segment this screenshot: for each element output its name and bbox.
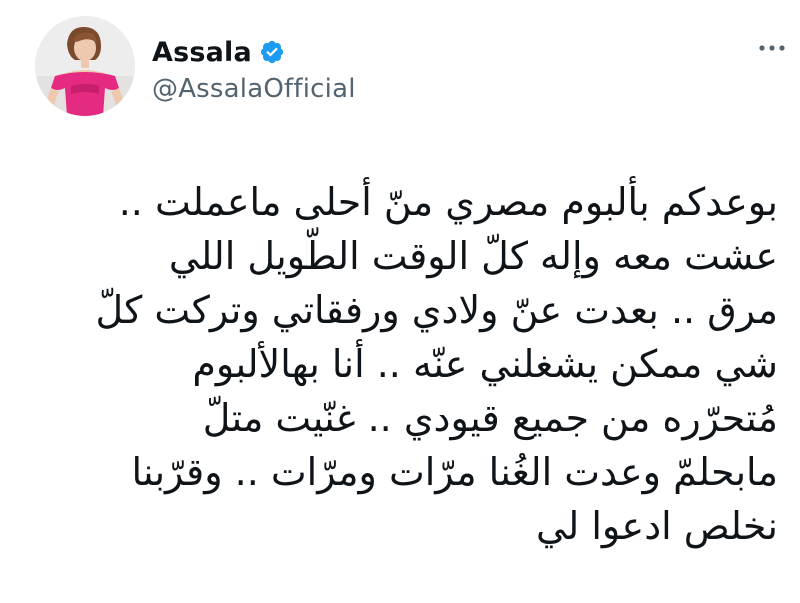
- more-options-icon: [759, 45, 785, 51]
- tweet-text: بوعدكم بألبوم مصري منّ أحلى ماعملت .. عش…: [20, 175, 778, 553]
- author-display-name[interactable]: Assala: [152, 37, 252, 68]
- tweet-card: Assala @AssalaOfficial بوعدكم بألبوم مصر…: [0, 0, 800, 603]
- author-handle[interactable]: @AssalaOfficial: [152, 74, 356, 104]
- profile-photo: [35, 16, 135, 116]
- verified-badge-icon: [259, 39, 285, 65]
- tweet-text-line: مابحلمّ وعدت الغُنا مرّات ومرّات .. وقرّ…: [131, 450, 778, 494]
- tweet-text-line: نخلص ادعوا لي: [536, 504, 778, 548]
- more-options-button[interactable]: [752, 32, 792, 64]
- tweet-text-line: بوعدكم بألبوم مصري منّ أحلى ماعملت ..: [118, 180, 778, 224]
- tweet-text-line: مُتحرّره من جميع قيودي .. غنّيت متلّ: [202, 396, 778, 440]
- author-avatar[interactable]: [35, 16, 135, 116]
- tweet-text-line: شي ممكن يشغلني عنّه .. أنا بهالألبوم: [192, 342, 778, 386]
- tweet-text-line: مرق .. بعدت عنّ ولادي ورفقاتي وتركت كلّ: [95, 288, 778, 332]
- author-name-row: Assala: [152, 32, 285, 72]
- tweet-text-line: عشت معه وإله كلّ الوقت الطّويل اللي: [168, 234, 778, 278]
